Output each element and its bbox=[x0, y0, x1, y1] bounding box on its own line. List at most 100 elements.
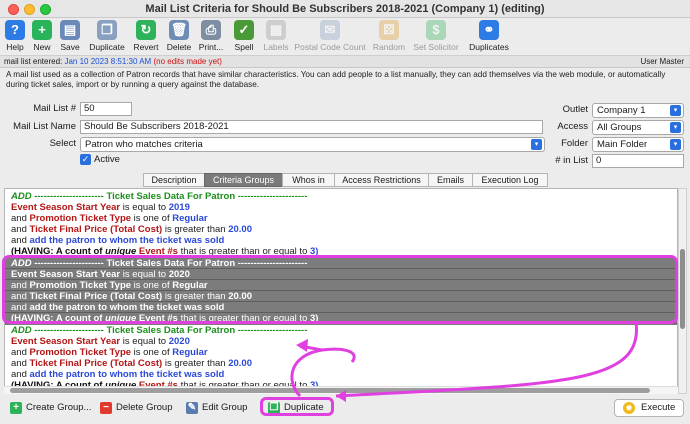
tab-criteria-groups[interactable]: Criteria Groups bbox=[204, 173, 283, 187]
create-group-label: Create Group... bbox=[26, 402, 92, 413]
print-icon: ⎙ bbox=[201, 20, 221, 40]
chevron-updown-icon: ▾ bbox=[670, 139, 681, 150]
execute-label: Execute bbox=[641, 402, 676, 413]
plus-icon: + bbox=[10, 402, 22, 414]
bottom-bar: + Create Group... − Delete Group ✎ Edit … bbox=[0, 395, 690, 424]
window-title: Mail List Criteria for Should Be Subscri… bbox=[145, 3, 545, 15]
mail-list-num-label: Mail List # bbox=[33, 103, 76, 114]
outlet-value: Company 1 bbox=[597, 105, 646, 116]
criteria-line: Event Season Start Year is equal to 2019 bbox=[11, 202, 190, 213]
toolbar: ? Help + New ▤ Save ❐ Duplicate ↻ Revert 🗑 Delete ⎙ P… bbox=[0, 18, 690, 56]
toolbar-spell-button[interactable]: ✓ Spell bbox=[230, 20, 258, 54]
duplicate-icon: ❐ bbox=[97, 20, 117, 40]
toolbar-label: Random bbox=[372, 42, 406, 52]
title-bar: Mail List Criteria for Should Be Subscri… bbox=[0, 0, 690, 18]
toolbar-save-button[interactable]: ▤ Save bbox=[56, 20, 84, 54]
in-list-label: # in List bbox=[555, 155, 588, 166]
outlet-label: Outlet bbox=[562, 104, 588, 115]
delete-icon: 🗑 bbox=[169, 20, 189, 40]
access-value: All Groups bbox=[597, 122, 642, 133]
active-label: Active bbox=[94, 154, 120, 165]
vertical-scrollbar[interactable] bbox=[678, 188, 687, 394]
save-icon: ▤ bbox=[60, 20, 80, 40]
select-dropdown[interactable]: Patron who matches criteria ▾ bbox=[80, 137, 545, 152]
toolbar-delete-button[interactable]: 🗑 Delete bbox=[165, 20, 193, 54]
tab-description[interactable]: Description bbox=[143, 173, 205, 187]
mail-list-description: A mail list used as a collection of Patr… bbox=[6, 70, 666, 89]
select-value: Patron who matches criteria bbox=[85, 139, 203, 150]
toolbar-label: Save bbox=[60, 42, 80, 52]
postal-code-icon: ✉ bbox=[320, 20, 340, 40]
create-group-button[interactable]: + Create Group... bbox=[6, 399, 91, 417]
toolbar-help-button[interactable]: ? Help bbox=[2, 20, 28, 54]
toolbar-label: Print... bbox=[198, 42, 224, 52]
edit-group-label: Edit Group bbox=[202, 402, 248, 413]
toolbar-labels-button[interactable]: ▦ Labels bbox=[261, 20, 291, 54]
folder-dropdown[interactable]: Main Folder ▾ bbox=[592, 137, 684, 152]
mail-list-name-field[interactable]: Should Be Subscribers 2018-2021 bbox=[80, 120, 543, 134]
tab-emails[interactable]: Emails bbox=[428, 173, 473, 187]
duplicate-button-highlight bbox=[260, 397, 334, 416]
toolbar-new-button[interactable]: + New bbox=[29, 20, 55, 54]
toolbar-random-button[interactable]: ⚄ Random bbox=[370, 20, 408, 54]
random-icon: ⚄ bbox=[379, 20, 399, 40]
toolbar-duplicate-button[interactable]: ❐ Duplicate bbox=[87, 20, 127, 54]
set-solicitor-icon: $ bbox=[426, 20, 446, 40]
selected-group-highlight bbox=[2, 255, 678, 324]
access-label: Access bbox=[557, 121, 588, 132]
delete-group-label: Delete Group bbox=[116, 402, 173, 413]
toolbar-set-solicitor-button[interactable]: $ Set Solicitor bbox=[412, 20, 460, 54]
gear-icon: ✹ bbox=[623, 402, 635, 414]
mail-list-name-label: Mail List Name bbox=[13, 121, 76, 132]
chevron-updown-icon: ▾ bbox=[670, 122, 681, 133]
toolbar-label: Spell bbox=[234, 42, 254, 52]
criteria-group[interactable]: ADD ---------------------- Ticket Sales … bbox=[5, 325, 677, 392]
revert-icon: ↻ bbox=[136, 20, 156, 40]
active-checkbox[interactable]: ✓ bbox=[80, 154, 91, 165]
group-header: ADD ---------------------- Ticket Sales … bbox=[11, 325, 308, 336]
chevron-updown-icon: ▾ bbox=[670, 105, 681, 116]
edits-note: (no edits made yet) bbox=[153, 57, 222, 66]
toolbar-duplicates-button[interactable]: ⚭ Duplicates bbox=[465, 20, 513, 54]
outlet-dropdown[interactable]: Company 1 ▾ bbox=[592, 103, 684, 118]
criteria-line: and Ticket Final Price (Total Cost) is g… bbox=[11, 358, 252, 369]
labels-icon: ▦ bbox=[266, 20, 286, 40]
toolbar-label: Delete bbox=[166, 42, 192, 52]
folder-value: Main Folder bbox=[597, 139, 648, 150]
in-list-field: 0 bbox=[592, 154, 684, 168]
tab-whos-in[interactable]: Whos in bbox=[282, 173, 335, 187]
current-user: User Master bbox=[640, 57, 684, 66]
toolbar-label: Set Solicitor bbox=[413, 42, 459, 52]
toolbar-print-button[interactable]: ⎙ Print... bbox=[196, 20, 226, 54]
entered-date: Jan 10 2023 8:51:30 AM bbox=[64, 57, 152, 66]
toolbar-revert-button[interactable]: ↻ Revert bbox=[131, 20, 161, 54]
criteria-group[interactable]: ADD ---------------------- Ticket Sales … bbox=[5, 191, 677, 258]
new-icon: + bbox=[32, 20, 52, 40]
toolbar-label: New bbox=[33, 42, 51, 52]
info-bar: mail list entered: Jan 10 2023 8:51:30 A… bbox=[0, 56, 690, 68]
toolbar-label: Revert bbox=[133, 42, 159, 52]
duplicates-icon: ⚭ bbox=[479, 20, 499, 40]
delete-group-button[interactable]: − Delete Group bbox=[96, 399, 173, 417]
pencil-icon: ✎ bbox=[186, 402, 198, 414]
criteria-line: and Promotion Ticket Type is one of Regu… bbox=[11, 213, 208, 224]
access-dropdown[interactable]: All Groups ▾ bbox=[592, 120, 684, 135]
group-header: ADD ---------------------- Ticket Sales … bbox=[11, 191, 308, 202]
minus-icon: − bbox=[100, 402, 112, 414]
edit-group-button[interactable]: ✎ Edit Group bbox=[182, 399, 247, 417]
help-icon: ? bbox=[5, 20, 25, 40]
tab-access-restrictions[interactable]: Access Restrictions bbox=[334, 173, 429, 187]
horizontal-scrollbar[interactable] bbox=[4, 386, 678, 394]
tab-execution-log[interactable]: Execution Log bbox=[472, 173, 548, 187]
hscroll-thumb[interactable] bbox=[10, 388, 650, 393]
scroll-thumb[interactable] bbox=[680, 249, 685, 329]
mail-list-num-field[interactable]: 50 bbox=[80, 102, 132, 116]
criteria-line: and add the patron to whom the ticket wa… bbox=[11, 369, 225, 380]
criteria-line: Event Season Start Year is equal to 2020 bbox=[11, 336, 190, 347]
toolbar-label: Duplicates bbox=[469, 42, 509, 52]
toolbar-postal-code-count-button[interactable]: ✉ Postal Code Count bbox=[293, 20, 367, 54]
toolbar-label: Labels bbox=[263, 42, 289, 52]
folder-label: Folder bbox=[561, 138, 588, 149]
criteria-line: and Promotion Ticket Type is one of Regu… bbox=[11, 347, 208, 358]
execute-button[interactable]: ✹ Execute bbox=[614, 399, 684, 417]
